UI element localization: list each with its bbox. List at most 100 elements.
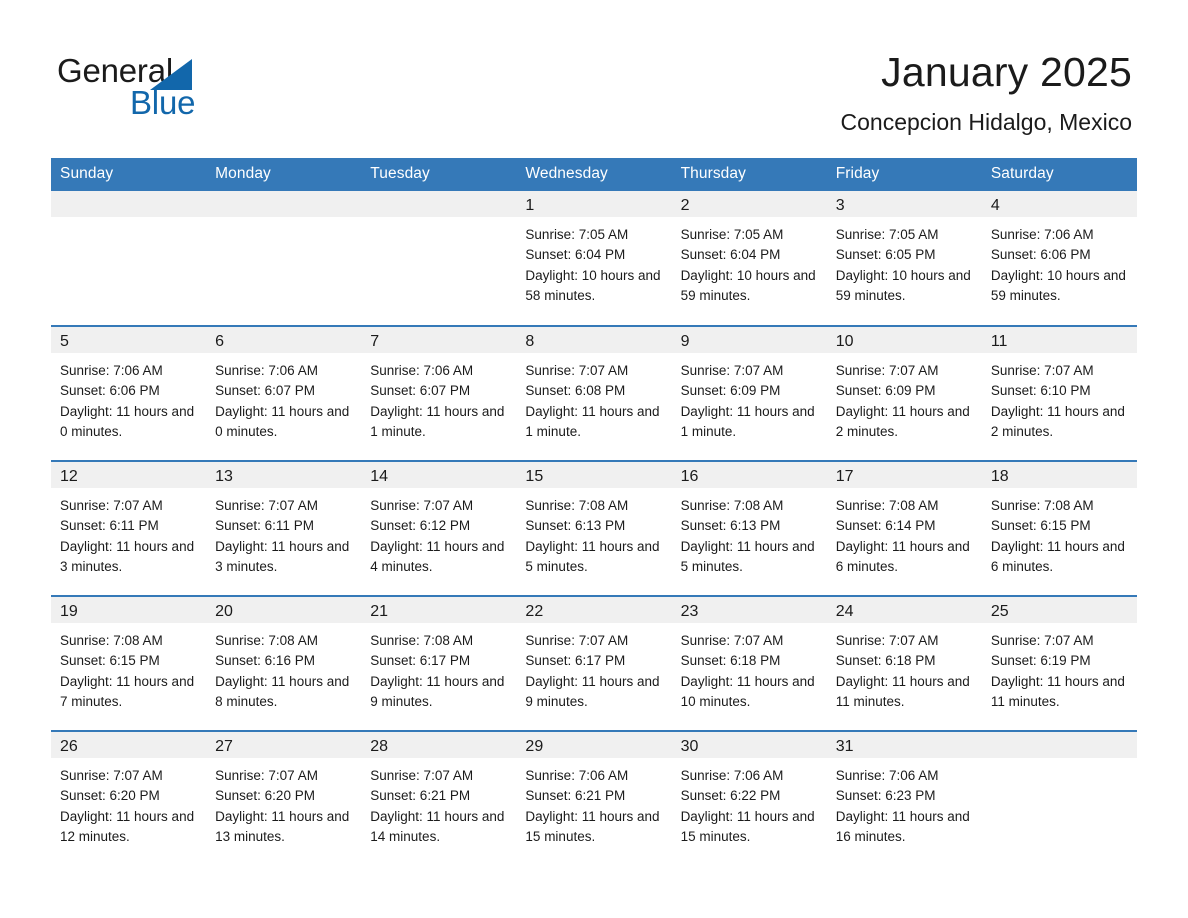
daylight-text: Daylight: 11 hours and 16 minutes. (835, 808, 970, 844)
day-number: 3 (826, 191, 982, 217)
daylight-text: Daylight: 11 hours and 15 minutes. (525, 808, 660, 844)
daylight-text: Daylight: 11 hours and 7 minutes. (60, 673, 195, 709)
sunset-text: Sunset: 6:11 PM (60, 518, 159, 534)
calendar-day-cell[interactable]: 22 Sunrise: 7:07 AM Sunset: 6:17 PM Dayligh… (516, 595, 672, 731)
day-number: 31 (826, 732, 982, 758)
sunrise-text: Sunrise: 7:05 AM (835, 227, 939, 242)
day-number: 2 (671, 191, 827, 217)
calendar-day-cell[interactable]: 8 Sunrise: 7:07 AM Sunset: 6:08 PM Daylight… (516, 325, 672, 461)
day-number (361, 191, 517, 217)
day-number: 28 (361, 732, 517, 758)
day-number: 25 (981, 597, 1137, 623)
calendar-day-cell[interactable]: 16 Sunrise: 7:08 AM Sunset: 6:13 PM Dayligh… (671, 460, 827, 596)
day-cell-inner: 4 Sunrise: 7:06 AM Sunset: 6:06 PM Daylight… (981, 191, 1137, 324)
weekday-header-sunday: Sunday (51, 158, 207, 191)
sunset-text: Sunset: 6:10 PM (990, 383, 1091, 399)
day-details: Sunrise: 7:05 AM Sunset: 6:04 PM Daylight:… (672, 217, 827, 306)
sunset-text: Sunset: 6:13 PM (525, 518, 626, 534)
sunset-text: Sunset: 6:15 PM (60, 653, 160, 669)
day-number: 10 (826, 327, 982, 353)
daylight-text: Daylight: 11 hours and 10 minutes. (680, 673, 815, 709)
day-cell-inner: 7 Sunrise: 7:06 AM Sunset: 6:07 PM Daylight… (361, 327, 517, 460)
calendar-day-cell[interactable]: 2 Sunrise: 7:05 AM Sunset: 6:04 PM Daylight… (671, 191, 827, 326)
calendar-day-cell[interactable]: 23 Sunrise: 7:07 AM Sunset: 6:18 PM Dayligh… (671, 595, 827, 731)
sunrise-text: Sunrise: 7:06 AM (990, 227, 1094, 242)
day-number: 12 (51, 462, 207, 488)
sunrise-text: Sunrise: 7:07 AM (370, 768, 474, 783)
calendar-day-cell[interactable]: 3 Sunrise: 7:05 AM Sunset: 6:05 PM Daylight… (826, 191, 982, 326)
sunrise-text: Sunrise: 7:06 AM (525, 768, 629, 783)
calendar-day-cell[interactable]: 18 Sunrise: 7:08 AM Sunset: 6:15 PM Dayligh… (981, 460, 1137, 596)
day-number: 20 (206, 597, 362, 623)
day-details: Sunrise: 7:07 AM Sunset: 6:09 PM Daylight:… (672, 353, 827, 442)
day-details: Sunrise: 7:07 AM Sunset: 6:12 PM Daylight:… (361, 488, 516, 577)
sunset-text: Sunset: 6:11 PM (215, 518, 314, 534)
calendar-day-cell[interactable]: 14 Sunrise: 7:07 AM Sunset: 6:12 PM Dayligh… (361, 460, 517, 596)
day-cell-inner: 9 Sunrise: 7:07 AM Sunset: 6:09 PM Daylight… (671, 327, 827, 460)
sunrise-text: Sunrise: 7:07 AM (835, 633, 939, 648)
calendar-day-cell[interactable]: 11 Sunrise: 7:07 AM Sunset: 6:10 PM Dayligh… (981, 325, 1137, 461)
sunset-text: Sunset: 6:04 PM (680, 247, 781, 263)
day-number: 30 (671, 732, 827, 758)
sunset-text: Sunset: 6:16 PM (215, 653, 315, 669)
sunrise-text: Sunrise: 7:07 AM (835, 363, 939, 378)
calendar-day-cell[interactable]: 27 Sunrise: 7:07 AM Sunset: 6:20 PM Dayligh… (206, 730, 362, 866)
day-details: Sunrise: 7:07 AM Sunset: 6:09 PM Daylight:… (827, 353, 982, 442)
sunrise-text: Sunrise: 7:07 AM (215, 768, 318, 783)
sunrise-text: Sunrise: 7:06 AM (60, 363, 163, 378)
day-number: 17 (826, 462, 982, 488)
calendar-day-cell[interactable]: 28 Sunrise: 7:07 AM Sunset: 6:21 PM Dayligh… (361, 730, 517, 866)
day-cell-inner: 19 Sunrise: 7:08 AM Sunset: 6:15 PM Dayligh… (51, 597, 207, 730)
calendar-day-cell[interactable]: 12 Sunrise: 7:07 AM Sunset: 6:11 PM Dayligh… (51, 460, 207, 596)
calendar-day-cell[interactable]: 25 Sunrise: 7:07 AM Sunset: 6:19 PM Dayligh… (981, 595, 1137, 731)
calendar-day-cell[interactable]: 10 Sunrise: 7:07 AM Sunset: 6:09 PM Dayligh… (826, 325, 982, 461)
weekday-header-monday: Monday (206, 158, 362, 191)
calendar-day-cell[interactable]: 6 Sunrise: 7:06 AM Sunset: 6:07 PM Daylight… (206, 325, 362, 461)
calendar-day-cell[interactable]: 30 Sunrise: 7:06 AM Sunset: 6:22 PM Dayligh… (671, 730, 827, 866)
calendar-day-cell[interactable]: 5 Sunrise: 7:06 AM Sunset: 6:06 PM Daylight… (51, 325, 207, 461)
daylight-text: Daylight: 11 hours and 1 minute. (525, 403, 660, 439)
weekday-header-thursday: Thursday (671, 158, 827, 191)
day-cell-inner: 12 Sunrise: 7:07 AM Sunset: 6:11 PM Dayligh… (51, 462, 207, 595)
day-cell-inner: 10 Sunrise: 7:07 AM Sunset: 6:09 PM Dayligh… (826, 327, 982, 460)
sunset-text: Sunset: 6:20 PM (215, 788, 315, 804)
day-details: Sunrise: 7:06 AM Sunset: 6:22 PM Daylight:… (672, 758, 827, 847)
sunrise-text: Sunrise: 7:07 AM (525, 633, 629, 648)
day-details: Sunrise: 7:07 AM Sunset: 6:11 PM Daylight:… (206, 488, 361, 577)
calendar-cell-empty (51, 191, 207, 326)
day-details: Sunrise: 7:08 AM Sunset: 6:13 PM Daylight:… (516, 488, 671, 577)
calendar-day-cell[interactable]: 4 Sunrise: 7:06 AM Sunset: 6:06 PM Daylight… (981, 191, 1137, 326)
calendar-day-cell[interactable]: 31 Sunrise: 7:06 AM Sunset: 6:23 PM Dayligh… (826, 730, 982, 866)
calendar-day-cell[interactable]: 17 Sunrise: 7:08 AM Sunset: 6:14 PM Dayligh… (826, 460, 982, 596)
day-cell-inner: 3 Sunrise: 7:05 AM Sunset: 6:05 PM Daylight… (826, 191, 982, 324)
calendar-day-cell[interactable]: 9 Sunrise: 7:07 AM Sunset: 6:09 PM Daylight… (671, 325, 827, 461)
sunset-text: Sunset: 6:06 PM (990, 247, 1091, 263)
calendar-day-cell[interactable]: 29 Sunrise: 7:06 AM Sunset: 6:21 PM Dayligh… (516, 730, 672, 866)
sunrise-text: Sunrise: 7:07 AM (60, 768, 163, 783)
sunrise-text: Sunrise: 7:07 AM (990, 633, 1094, 648)
general-blue-logo: General Blue (57, 52, 357, 132)
calendar-day-cell[interactable]: 24 Sunrise: 7:07 AM Sunset: 6:18 PM Dayligh… (826, 595, 982, 731)
day-details: Sunrise: 7:06 AM Sunset: 6:07 PM Daylight:… (361, 353, 516, 442)
calendar-day-cell[interactable]: 19 Sunrise: 7:08 AM Sunset: 6:15 PM Dayligh… (51, 595, 207, 731)
sunrise-text: Sunrise: 7:07 AM (525, 363, 629, 378)
day-number: 14 (361, 462, 517, 488)
calendar-day-cell[interactable]: 26 Sunrise: 7:07 AM Sunset: 6:20 PM Dayligh… (51, 730, 207, 866)
calendar-day-cell[interactable]: 20 Sunrise: 7:08 AM Sunset: 6:16 PM Dayligh… (206, 595, 362, 731)
daylight-text: Daylight: 11 hours and 9 minutes. (370, 673, 505, 709)
daylight-text: Daylight: 11 hours and 2 minutes. (835, 403, 970, 439)
calendar-cell-empty (361, 191, 517, 326)
title-block: January 2025 Concepcion Hidalgo, Mexico (841, 48, 1133, 137)
day-details: Sunrise: 7:05 AM Sunset: 6:05 PM Daylight:… (827, 217, 982, 306)
calendar-day-cell[interactable]: 21 Sunrise: 7:08 AM Sunset: 6:17 PM Dayligh… (361, 595, 517, 731)
day-number (981, 732, 1137, 758)
sunrise-text: Sunrise: 7:06 AM (215, 363, 318, 378)
calendar-day-cell[interactable]: 7 Sunrise: 7:06 AM Sunset: 6:07 PM Daylight… (361, 325, 517, 461)
sunrise-text: Sunrise: 7:07 AM (60, 498, 163, 513)
day-number: 15 (516, 462, 672, 488)
calendar-day-cell[interactable]: 13 Sunrise: 7:07 AM Sunset: 6:11 PM Dayligh… (206, 460, 362, 596)
calendar-day-cell[interactable]: 15 Sunrise: 7:08 AM Sunset: 6:13 PM Dayligh… (516, 460, 672, 596)
day-cell-inner: 26 Sunrise: 7:07 AM Sunset: 6:20 PM Dayligh… (51, 732, 207, 865)
daylight-text: Daylight: 11 hours and 6 minutes. (835, 538, 970, 574)
calendar-day-cell[interactable]: 1 Sunrise: 7:05 AM Sunset: 6:04 PM Daylight… (516, 191, 672, 326)
